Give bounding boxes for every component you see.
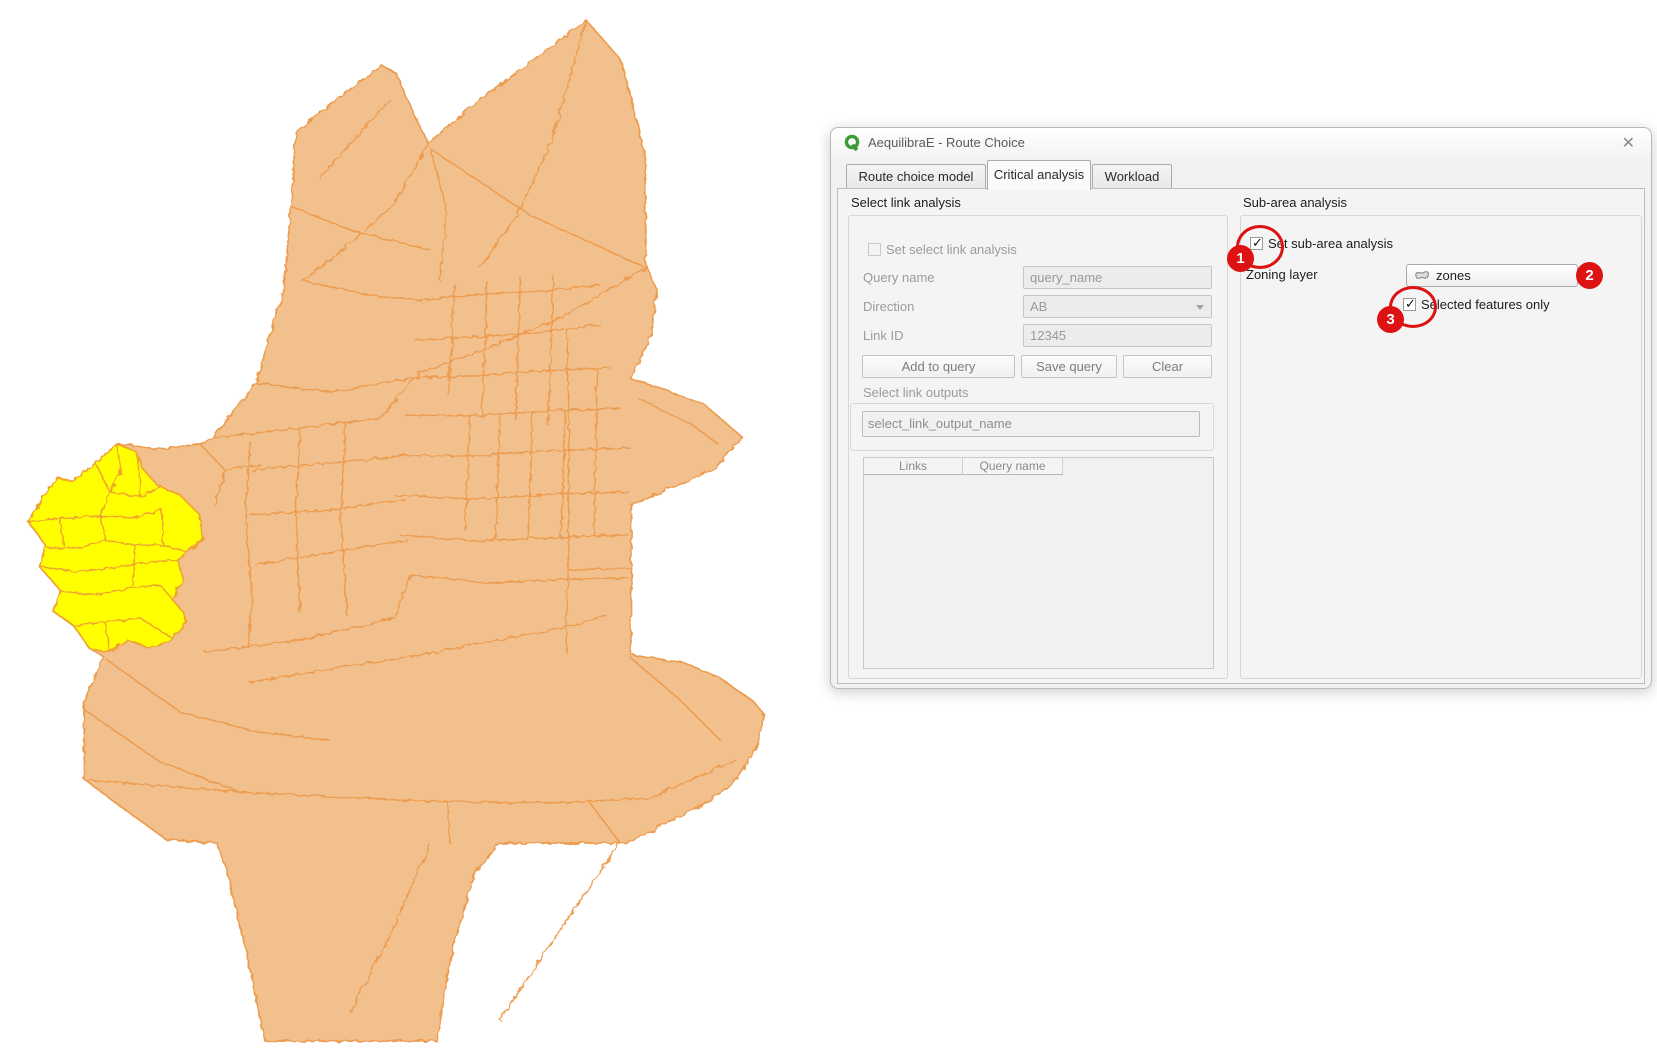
- sub-area-analysis-title: Sub-area analysis: [1243, 195, 1347, 210]
- clear-button[interactable]: Clear: [1123, 355, 1212, 378]
- tab-route-choice-model[interactable]: Route choice model: [846, 164, 986, 189]
- set-select-link-analysis-label: Set select link analysis: [886, 242, 1017, 257]
- queries-table[interactable]: Links Query name: [863, 457, 1214, 669]
- link-id-label: Link ID: [863, 328, 903, 343]
- chevron-down-icon: [1196, 305, 1204, 310]
- zones-map[interactable]: [0, 0, 780, 1054]
- query-name-label: Query name: [863, 270, 935, 285]
- zoning-layer-value: zones: [1436, 268, 1471, 283]
- direction-value: AB: [1030, 299, 1047, 314]
- close-icon[interactable]: ✕: [1622, 133, 1635, 153]
- add-to-query-button[interactable]: Add to query: [862, 355, 1015, 378]
- direction-label: Direction: [863, 299, 914, 314]
- table-header-query-name[interactable]: Query name: [963, 458, 1063, 475]
- select-link-output-name-input[interactable]: select_link_output_name: [862, 411, 1200, 437]
- set-select-link-analysis-checkbox[interactable]: [868, 243, 881, 256]
- table-header-links[interactable]: Links: [864, 458, 963, 475]
- annotation-badge-1: 1: [1227, 245, 1254, 272]
- tab-workload[interactable]: Workload: [1092, 164, 1172, 189]
- zoning-layer-label: Zoning layer: [1246, 267, 1318, 282]
- dialog-titlebar: AequilibraE - Route Choice ✕: [831, 128, 1651, 158]
- save-query-button[interactable]: Save query: [1021, 355, 1117, 378]
- select-link-outputs-title: Select link outputs: [863, 385, 969, 400]
- annotation-badge-3: 3: [1377, 306, 1404, 333]
- direction-combobox[interactable]: AB: [1023, 295, 1212, 318]
- dialog-title: AequilibraE - Route Choice: [868, 135, 1025, 150]
- annotation-badge-2: 2: [1576, 262, 1603, 289]
- polygon-layer-icon: [1414, 270, 1430, 282]
- query-name-input[interactable]: query_name: [1023, 266, 1212, 289]
- set-sub-area-analysis-label: Set sub-area analysis: [1268, 236, 1393, 251]
- qgis-logo-icon: [844, 134, 861, 151]
- desktop: AequilibraE - Route Choice ✕ Route choic…: [0, 0, 1657, 1054]
- zoning-layer-combobox[interactable]: zones: [1406, 264, 1578, 287]
- tab-critical-analysis[interactable]: Critical analysis: [987, 160, 1091, 190]
- select-link-analysis-title: Select link analysis: [851, 195, 961, 210]
- selected-features-only-label: Selected features only: [1421, 297, 1550, 312]
- link-id-input[interactable]: 12345: [1023, 324, 1212, 347]
